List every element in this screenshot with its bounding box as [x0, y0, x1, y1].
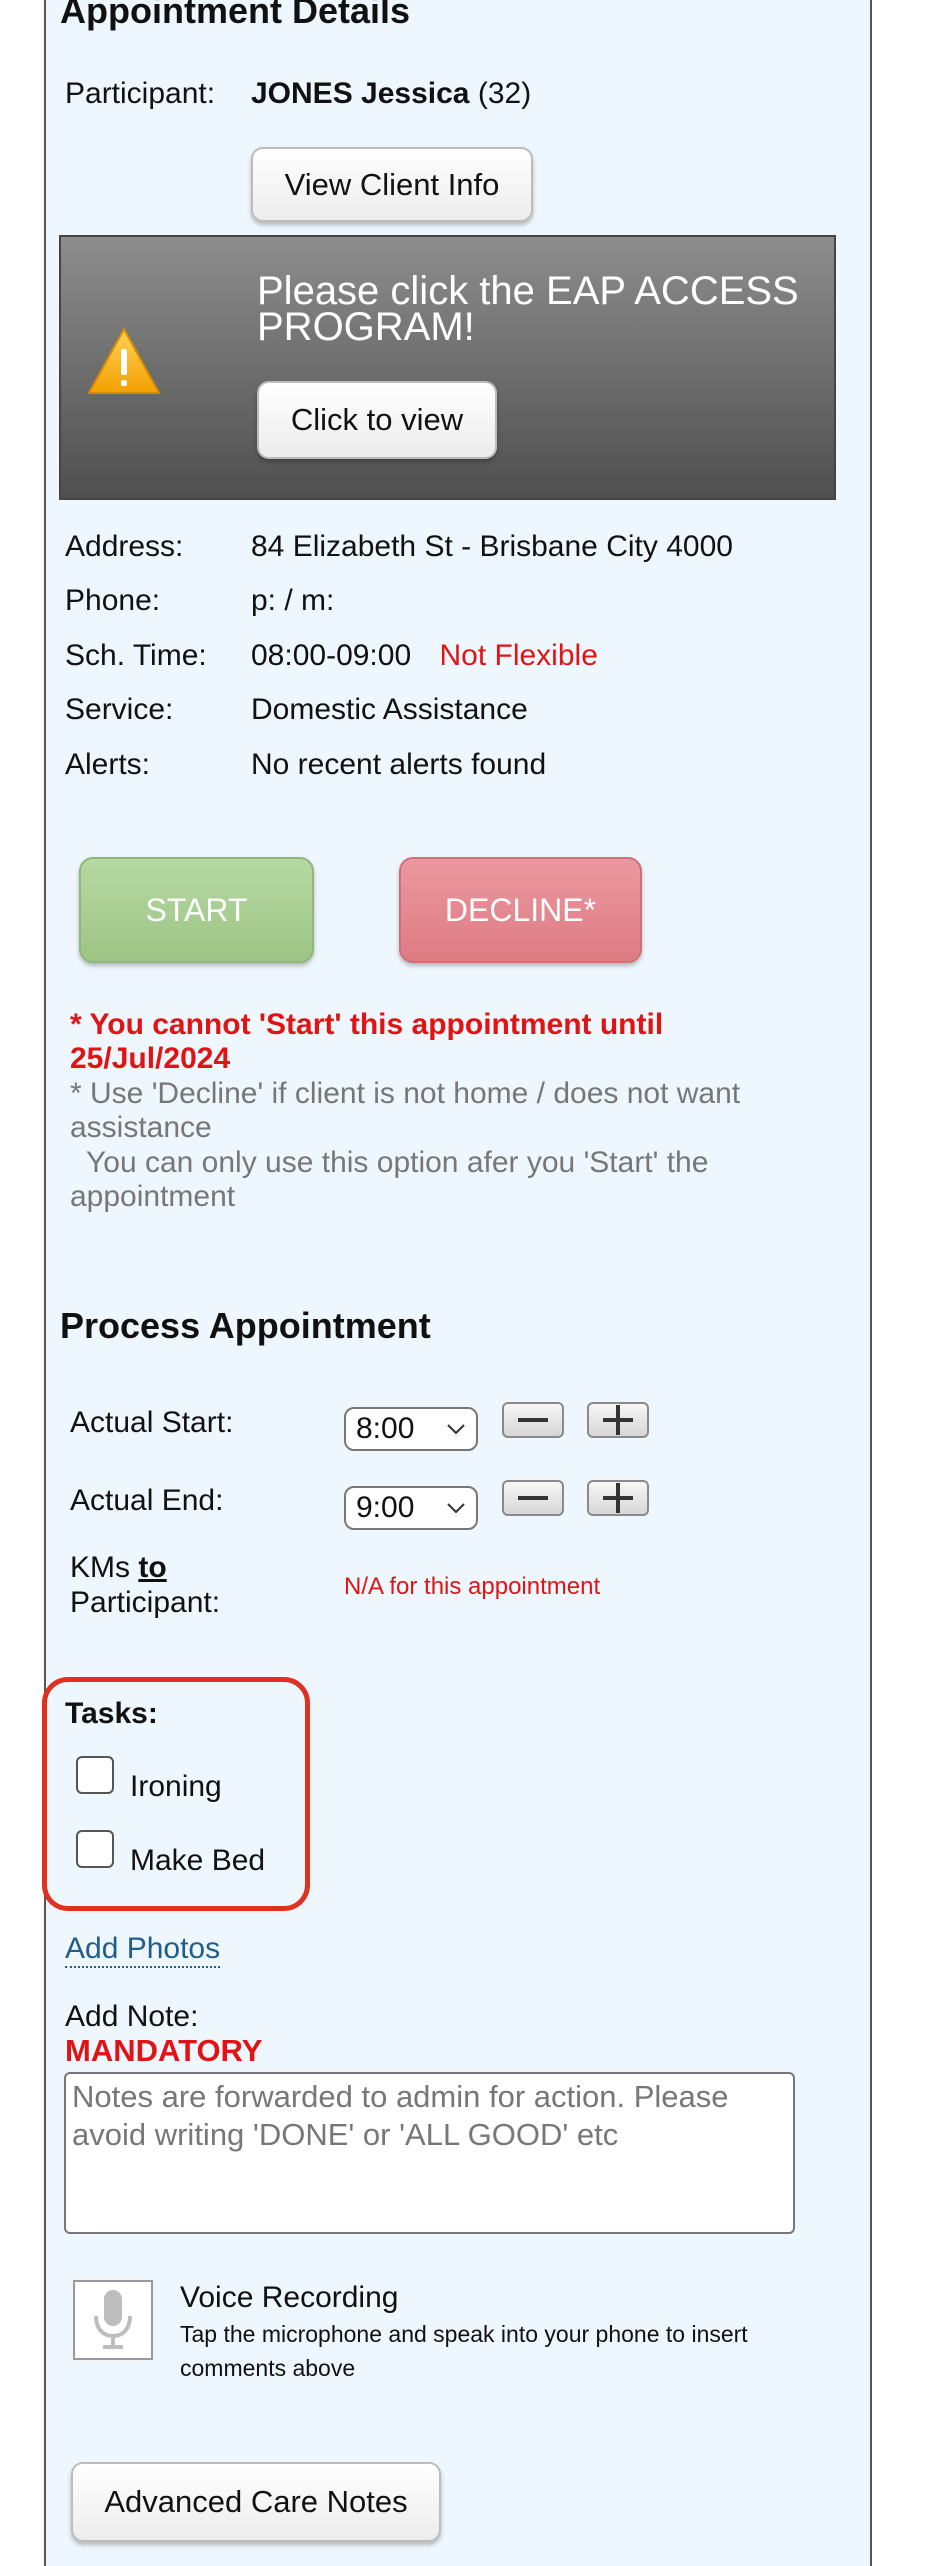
chevron-down-icon — [447, 1424, 465, 1435]
actual-start-select[interactable]: 8:00 — [344, 1407, 478, 1451]
task-ironing-label: Ironing — [130, 1770, 222, 1803]
actual-start-label: Actual Start: — [70, 1406, 234, 1439]
plus-icon — [603, 1483, 633, 1513]
process-appointment-heading: Process Appointment — [60, 1305, 431, 1346]
actual-end-value: 9:00 — [356, 1491, 415, 1524]
actual-end-increment-button[interactable] — [587, 1480, 649, 1516]
mandatory-label: MANDATORY — [65, 2033, 263, 2068]
eap-click-to-view-button[interactable]: Click to view — [257, 381, 497, 459]
service-value: Domestic Assistance — [251, 693, 528, 726]
add-photos-link[interactable]: Add Photos — [65, 1932, 221, 1968]
task-make-bed-label: Make Bed — [130, 1844, 266, 1877]
schedule-time-value: 08:00-09:00 Not Flexible — [251, 639, 598, 673]
kms-label: KMs to Participant: — [70, 1550, 220, 1620]
alerts-label: Alerts: — [65, 748, 151, 781]
view-client-info-button[interactable]: View Client Info — [251, 147, 533, 222]
actual-start-value: 8:00 — [356, 1412, 415, 1445]
eap-title: Please click the EAP ACCESS PROGRAM! — [257, 269, 799, 349]
participant-age: (32) — [477, 77, 532, 110]
warning-triangle-icon — [88, 328, 160, 394]
kms-label-prefix: KMs — [70, 1551, 139, 1584]
voice-recording-description: Tap the microphone and speak into your p… — [180, 2321, 748, 2381]
kms-label-to: to — [138, 1551, 167, 1584]
decline-button[interactable]: DECLINE* — [399, 857, 642, 963]
eap-banner: Please click the EAP ACCESS PROGRAM! Cli… — [59, 235, 836, 500]
task-make-bed-checkbox[interactable] — [76, 1830, 114, 1868]
voice-recording-title: Voice Recording — [180, 2281, 399, 2314]
add-note-label: Add Note: — [65, 2000, 199, 2033]
participant-name: JONES Jessica — [251, 77, 470, 110]
start-button[interactable]: START — [79, 857, 314, 963]
minus-icon — [518, 1418, 548, 1422]
not-flexible-badge: Not Flexible — [439, 639, 598, 672]
participant-label: Participant: — [65, 77, 216, 110]
appointment-details-heading: Appointment Details — [60, 0, 411, 31]
phone-value: p: / m: — [251, 584, 335, 617]
decline-option-info: You can only use this option afer you 'S… — [70, 1146, 709, 1213]
address-value: 84 Elizabeth St - Brisbane City 4000 — [251, 530, 733, 563]
actual-end-decrement-button[interactable] — [502, 1480, 564, 1516]
decline-info: * Use 'Decline' if client is not home / … — [70, 1077, 741, 1144]
actual-start-decrement-button[interactable] — [502, 1402, 564, 1438]
microphone-icon — [94, 2290, 132, 2349]
task-ironing-checkbox[interactable] — [76, 1756, 114, 1794]
kms-label-suffix: Participant: — [70, 1586, 221, 1619]
participant-value: JONES Jessica (32) — [251, 77, 531, 111]
start-restriction-warning: * You cannot 'Start' this appointment un… — [70, 1008, 664, 1075]
advanced-care-notes-button[interactable]: Advanced Care Notes — [71, 2462, 441, 2542]
microphone-button[interactable] — [73, 2280, 153, 2360]
note-textarea[interactable]: Notes are forwarded to admin for action.… — [64, 2072, 795, 2234]
actual-end-select[interactable]: 9:00 — [344, 1486, 478, 1530]
chevron-down-icon — [447, 1503, 465, 1514]
address-label: Address: — [65, 530, 184, 563]
schedule-time-label: Sch. Time: — [65, 639, 207, 672]
tasks-label: Tasks: — [65, 1697, 158, 1730]
phone-label: Phone: — [65, 584, 161, 617]
alerts-value: No recent alerts found — [251, 748, 547, 781]
service-label: Service: — [65, 693, 174, 726]
minus-icon — [518, 1496, 548, 1500]
kms-value: N/A for this appointment — [344, 1573, 601, 1600]
actual-end-label: Actual End: — [70, 1484, 224, 1517]
plus-icon — [603, 1405, 633, 1435]
actual-start-increment-button[interactable] — [587, 1402, 649, 1438]
schedule-time: 08:00-09:00 — [251, 639, 412, 672]
